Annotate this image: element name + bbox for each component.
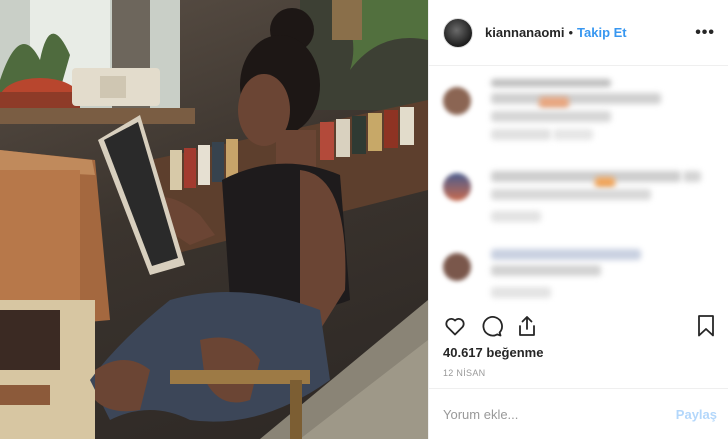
comment-avatar[interactable] xyxy=(443,173,471,201)
username-link[interactable]: kiannanaomi xyxy=(485,25,564,40)
follow-button[interactable]: Takip Et xyxy=(577,25,627,40)
comment-icon[interactable] xyxy=(479,314,503,338)
post-date[interactable]: 12 NİSAN xyxy=(443,368,485,378)
post-panel: kiannanaomi • Takip Et ••• 40.617 beğenm… xyxy=(428,0,728,439)
bookmark-icon[interactable] xyxy=(695,314,717,338)
add-comment-section: Paylaş xyxy=(429,388,728,439)
post-photo[interactable] xyxy=(0,0,428,439)
share-icon[interactable] xyxy=(515,314,539,338)
more-options-icon[interactable]: ••• xyxy=(695,24,715,42)
post-comment-button[interactable]: Paylaş xyxy=(676,407,717,422)
separator-dot: • xyxy=(568,25,574,40)
likes-count[interactable]: 40.617 beğenme xyxy=(443,345,543,360)
comments-list xyxy=(429,67,728,309)
post-actions xyxy=(429,310,728,342)
comment-avatar[interactable] xyxy=(443,253,471,281)
heart-icon[interactable] xyxy=(443,314,467,338)
post-image xyxy=(0,0,428,439)
comment-avatar[interactable] xyxy=(443,87,471,115)
avatar[interactable] xyxy=(443,17,473,48)
comment-input[interactable] xyxy=(443,407,643,422)
post-header: kiannanaomi • Takip Et ••• xyxy=(429,0,728,66)
